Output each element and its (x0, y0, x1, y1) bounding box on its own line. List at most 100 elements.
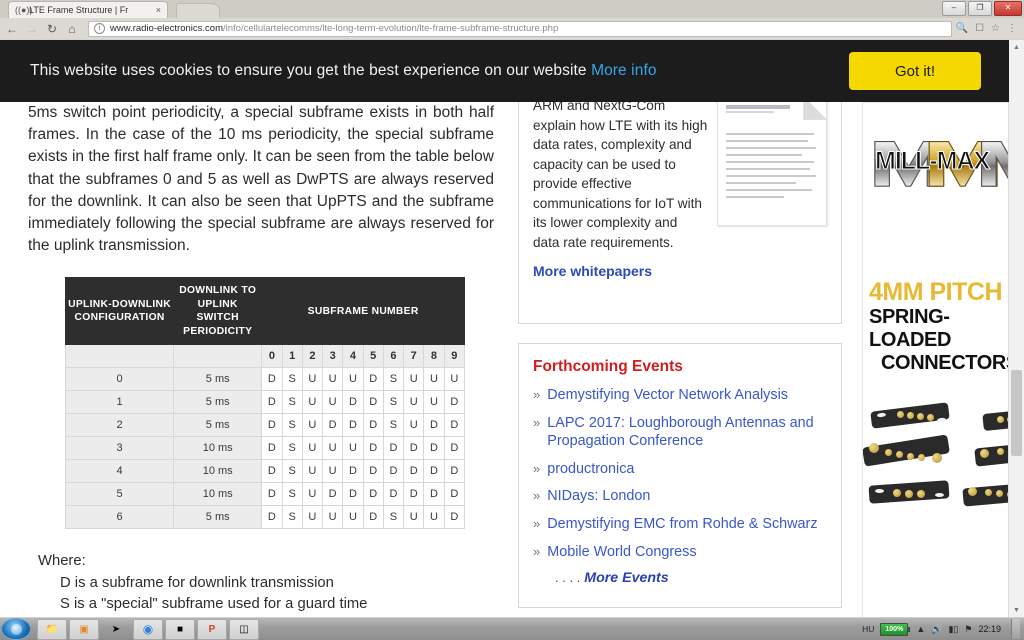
event-link[interactable]: LAPC 2017: Loughborough Antennas and Pro… (547, 414, 827, 451)
bookmark-star-icon[interactable]: ☆ (991, 23, 1000, 34)
event-link[interactable]: Demystifying EMC from Rohde & Schwarz (547, 515, 817, 534)
back-icon[interactable]: ← (4, 21, 20, 37)
table-row: 5 10 ms D S U D D D D D D D (64, 482, 466, 507)
volume-icon[interactable]: 🔊 (931, 624, 942, 635)
vlc-app-icon[interactable]: ■ (165, 618, 195, 640)
ad-line-3: CONNECTORS (881, 352, 1011, 374)
cell-config: 0 (64, 367, 175, 392)
event-link[interactable]: NIDays: London (547, 487, 650, 506)
chrome-icon[interactable]: ◉ (133, 618, 163, 640)
cell-subframe-9: D (443, 459, 466, 484)
millmax-wordmark: MILL-MAX (874, 147, 990, 176)
cell-subframe-5: D (362, 482, 384, 507)
action-center-icon[interactable]: ⚑ (964, 624, 972, 635)
chrome-menu-icon[interactable]: ⋮ (1007, 23, 1017, 34)
cell-subframe-6: S (382, 505, 405, 530)
event-link[interactable]: Demystifying Vector Network Analysis (547, 386, 788, 405)
cell-subframe-2: U (301, 413, 324, 438)
windows-taskbar: 📁 ▣ ➤ ◉ ■ P ◫ HU 100% ▲ 🔊 ▮▯ ⚑ 22:19 (0, 617, 1024, 640)
orange-app-icon[interactable]: ▣ (69, 618, 99, 640)
new-tab-button[interactable] (176, 3, 220, 19)
more-events-link[interactable]: More Events (584, 570, 668, 586)
reload-icon[interactable]: ↻ (44, 21, 60, 37)
advertisement-banner[interactable]: MILL-MAX 4MM PITCH SPRING-LOADED CONNECT… (862, 102, 1011, 618)
cell-subframe-0: D (261, 459, 283, 484)
search-icon[interactable]: 🔍 (956, 23, 968, 34)
accept-cookies-button[interactable]: Got it! (849, 52, 981, 90)
powerpoint-icon[interactable]: P (197, 618, 227, 640)
browser-tab[interactable]: ((●)) LTE Frame Structure | Fr × (8, 1, 168, 18)
cell-periodicity: 10 ms (173, 459, 263, 484)
url-domain: www.radio-electronics.com (110, 23, 223, 34)
header-uplink-downlink-configuration: UPLINK-DOWNLINK CONFIGURATION (64, 277, 175, 346)
home-icon[interactable]: ⌂ (64, 21, 80, 37)
start-button[interactable] (1, 618, 31, 640)
list-item[interactable]: » LAPC 2017: Loughborough Antennas and Pr… (533, 414, 827, 451)
chevron-double-right-icon: » (533, 488, 541, 504)
maximize-button[interactable]: ❐ (968, 0, 992, 16)
cell-subframe-2: U (301, 436, 324, 461)
cell-subframe-8: D (423, 413, 445, 438)
subframe-number-row: 0123456789 (64, 344, 466, 369)
cell-subframe-8: U (423, 390, 445, 415)
document-thumbnail-icon[interactable] (717, 96, 827, 226)
cell-subframe-1: S (281, 505, 303, 530)
cell-periodicity: 5 ms (173, 367, 263, 392)
list-item[interactable]: » Mobile World Congress (533, 543, 827, 562)
window-app-icon[interactable]: ◫ (229, 618, 259, 640)
cell-subframe-9: D (443, 413, 466, 438)
cell-subframe-3: D (322, 413, 344, 438)
scrollbar-thumb[interactable] (1011, 370, 1022, 456)
cell-subframe-9: U (443, 367, 466, 392)
legend-heading: Where: (38, 553, 86, 570)
cell-subframe-8: D (423, 482, 445, 507)
scroll-down-icon[interactable]: ▼ (1009, 603, 1024, 618)
cell-subframe-7: U (403, 390, 425, 415)
event-link[interactable]: Mobile World Congress (547, 543, 696, 562)
millmax-logo: MILL-MAX (863, 103, 1010, 223)
subframe-index-9: 9 (443, 344, 466, 369)
cell-subframe-5: D (362, 413, 384, 438)
site-info-icon[interactable]: i (94, 23, 105, 34)
dolphin-app-icon[interactable]: ➤ (101, 619, 131, 640)
forward-icon[interactable]: → (24, 21, 40, 37)
cell-subframe-2: U (301, 459, 324, 484)
address-bar[interactable]: i www.radio-electronics.com/info/cellula… (88, 20, 952, 37)
blank-cell (64, 344, 175, 369)
list-item[interactable]: » Demystifying Vector Network Analysis (533, 386, 827, 405)
close-window-button[interactable]: ✕ (994, 0, 1022, 16)
language-indicator[interactable]: HU (862, 624, 874, 634)
cast-icon[interactable]: ☐ (975, 23, 984, 34)
table-row: 05 ms D S U U U D S U U U (64, 367, 466, 392)
more-whitepapers-link[interactable]: More whitepapers (533, 263, 827, 279)
network-icon[interactable]: ▮▯ (948, 624, 958, 635)
page-scrollbar[interactable]: ▲ ▼ (1008, 40, 1024, 618)
list-item[interactable]: » NIDays: London (533, 487, 827, 506)
events-title: Forthcoming Events (533, 358, 683, 375)
event-link[interactable]: productronica (547, 460, 634, 479)
list-item[interactable]: » Demystifying EMC from Rohde & Schwarz (533, 515, 827, 534)
cell-subframe-8: D (423, 459, 445, 484)
explorer-icon[interactable]: 📁 (37, 618, 67, 640)
scroll-up-icon[interactable]: ▲ (1009, 40, 1024, 55)
cell-subframe-3: U (322, 436, 344, 461)
close-tab-icon[interactable]: × (156, 5, 161, 15)
more-events-row[interactable]: . . . . More Events (555, 570, 827, 586)
cell-subframe-9: D (443, 482, 466, 507)
cell-subframe-3: U (322, 390, 344, 415)
cell-subframe-1: S (281, 367, 303, 392)
cell-subframe-4: D (342, 390, 364, 415)
cell-config: 5 (64, 482, 175, 507)
cell-subframe-1: S (281, 482, 303, 507)
arrow-up-icon[interactable]: ▲ (916, 624, 925, 634)
show-desktop-button[interactable] (1011, 619, 1020, 639)
clock[interactable]: 22:19 (978, 624, 1005, 634)
minimize-button[interactable]: – (942, 0, 966, 16)
battery-indicator[interactable]: 100% (880, 622, 911, 636)
cell-subframe-6: D (382, 436, 405, 461)
whitepaper-body: ARM and NextG-Com explain how LTE with i… (533, 98, 708, 250)
cookie-message-text: This website uses cookies to ensure you … (30, 62, 592, 79)
more-info-link[interactable]: More info (591, 62, 657, 79)
subframe-index-2: 2 (301, 344, 324, 369)
list-item[interactable]: » productronica (533, 460, 827, 479)
